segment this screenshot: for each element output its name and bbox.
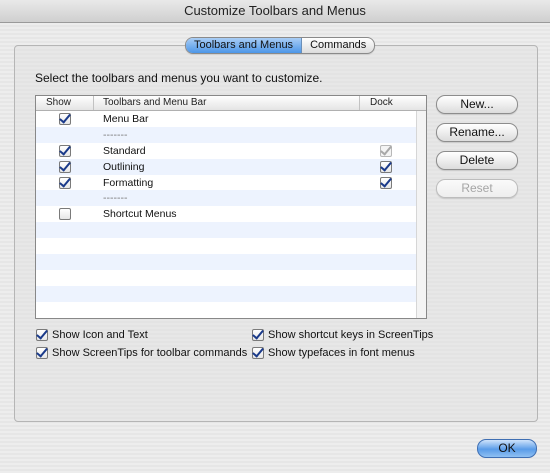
show-checkbox[interactable] <box>59 160 71 173</box>
new-button[interactable]: New... <box>436 95 518 114</box>
tab-commands[interactable]: Commands <box>302 38 374 53</box>
reset-button[interactable]: Reset <box>436 179 518 198</box>
ok-button[interactable]: OK <box>477 439 537 458</box>
column-header-show[interactable]: Show <box>46 96 71 110</box>
show-checkbox[interactable] <box>59 113 71 125</box>
dock-checkbox[interactable] <box>380 176 392 189</box>
option-label: Show typefaces in font menus <box>268 347 415 359</box>
table-rows: Menu Bar ------- Standard Outlining Formatti… <box>36 111 416 318</box>
option-label: Show shortcut keys in ScreenTips <box>268 329 434 341</box>
table-row[interactable]: Menu Bar <box>36 111 416 127</box>
show-icon-and-text-checkbox[interactable] <box>36 329 48 341</box>
instruction-text: Select the toolbars and menus you want t… <box>35 71 323 85</box>
table-header: Show Toolbars and Menu Bar Dock <box>36 96 426 111</box>
toolbars-table: Show Toolbars and Menu Bar Dock Menu Bar… <box>35 95 427 319</box>
show-checkbox[interactable] <box>59 176 71 189</box>
column-divider <box>359 96 360 110</box>
table-row <box>36 238 416 254</box>
delete-button[interactable]: Delete <box>436 151 518 170</box>
window-title: Customize Toolbars and Menus <box>0 0 550 23</box>
tab-bar: Toolbars and Menus Commands <box>185 37 376 54</box>
column-header-dock[interactable]: Dock <box>370 96 393 110</box>
separator-label: ------- <box>103 192 128 205</box>
toolbar-name: Outlining <box>103 160 145 173</box>
show-checkbox[interactable] <box>59 208 71 221</box>
table-scrollbar[interactable] <box>416 111 426 318</box>
show-checkbox[interactable] <box>59 144 71 157</box>
dock-checkbox <box>380 144 392 157</box>
option-label: Show ScreenTips for toolbar commands <box>52 347 248 359</box>
table-row <box>36 285 416 302</box>
table-row <box>36 302 416 318</box>
show-shortcut-keys-checkbox[interactable] <box>252 329 264 341</box>
table-row[interactable]: ------- <box>36 126 416 143</box>
separator-label: ------- <box>103 128 128 141</box>
table-row[interactable]: Shortcut Menus <box>36 206 416 222</box>
dock-checkbox[interactable] <box>380 160 392 173</box>
table-row[interactable]: Formatting <box>36 175 416 191</box>
table-row <box>36 222 416 239</box>
toolbar-name: Standard <box>103 144 146 157</box>
table-row <box>36 254 416 270</box>
rename-button[interactable]: Rename... <box>436 123 518 142</box>
option-label: Show Icon and Text <box>52 329 148 341</box>
column-divider <box>93 96 94 110</box>
table-row <box>36 270 416 286</box>
table-row[interactable]: ------- <box>36 190 416 207</box>
column-header-name[interactable]: Toolbars and Menu Bar <box>103 96 206 110</box>
tab-toolbars-and-menus[interactable]: Toolbars and Menus <box>186 38 303 53</box>
toolbar-name: Shortcut Menus <box>103 208 177 221</box>
table-row[interactable]: Outlining <box>36 158 416 175</box>
toolbar-name: Formatting <box>103 176 154 189</box>
table-row[interactable]: Standard <box>36 143 416 159</box>
toolbar-name: Menu Bar <box>103 113 149 125</box>
show-screentips-checkbox[interactable] <box>36 347 48 359</box>
show-typefaces-checkbox[interactable] <box>252 347 264 359</box>
